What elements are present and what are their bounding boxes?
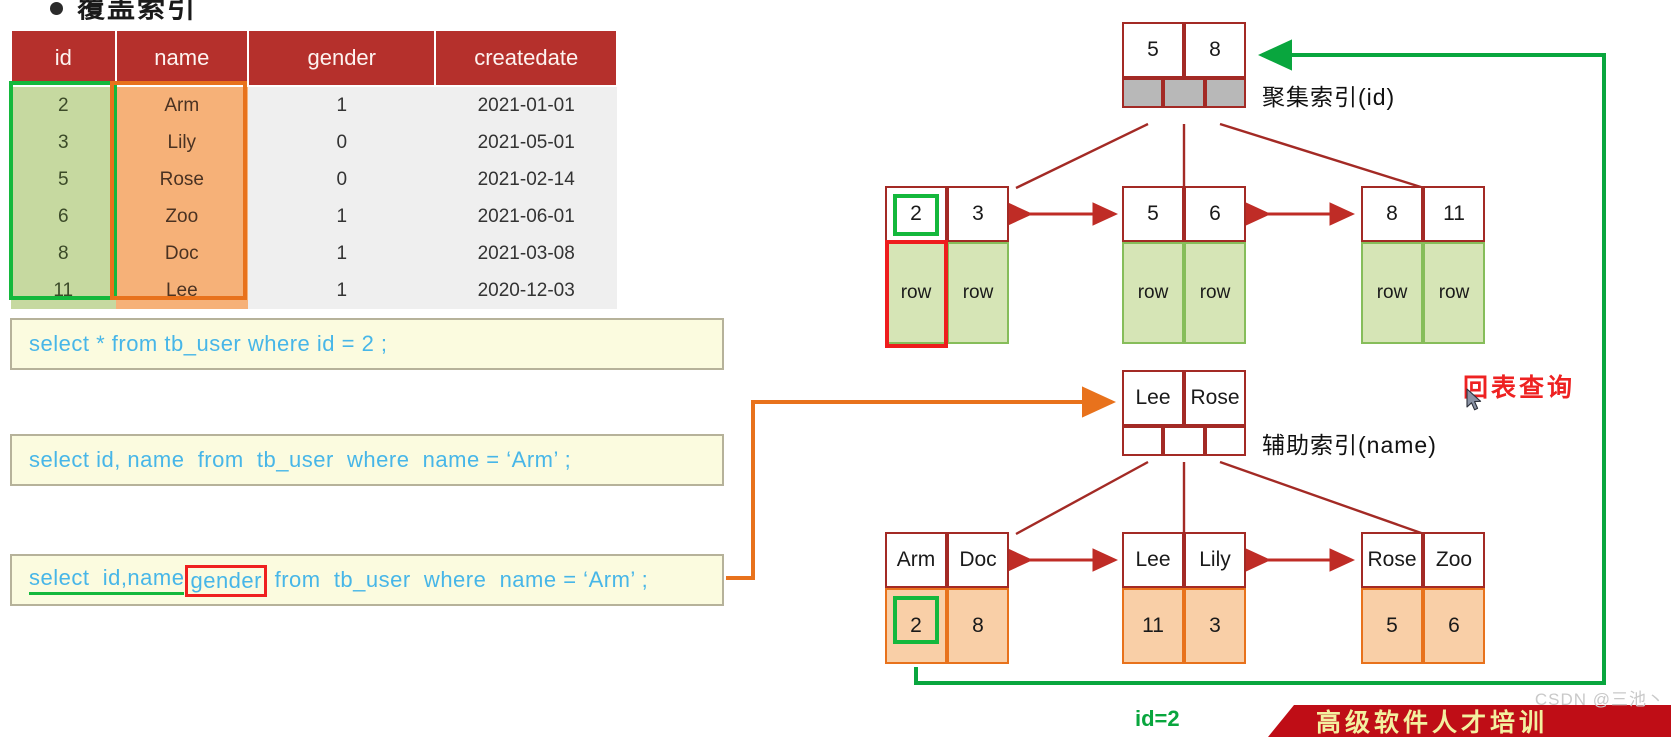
leaf-data-cell: row [1122, 242, 1184, 344]
cell-gender: 0 [248, 161, 436, 198]
cell-gender: 1 [248, 198, 436, 235]
cell-name: Zoo [115, 198, 249, 235]
sql-statement-3-suffix: from tb_user where name = ‘Arm’ ; [267, 567, 649, 592]
cell-id: 11 [11, 272, 116, 309]
sql-statement-2-text: select id, name from tb_user where name … [29, 447, 572, 472]
cell-name: Arm [115, 86, 249, 124]
leaf-data-cell: row [885, 242, 947, 344]
table-row: 2 Arm 1 2021-01-01 [11, 86, 617, 124]
sql-statement-3[interactable]: select id,name gender from tb_user where… [10, 554, 724, 606]
leaf-data-cell: row [1423, 242, 1485, 344]
root-pointer-cell [1163, 426, 1205, 456]
cell-createdate: 2021-03-08 [435, 235, 617, 272]
sql-statement-1-text: select * from tb_user where id = 2 ; [29, 331, 388, 356]
table-row: 5 Rose 0 2021-02-14 [11, 161, 617, 198]
column-header-gender: gender [247, 29, 437, 87]
cell-createdate: 2021-01-01 [435, 86, 617, 124]
cell-createdate: 2021-05-01 [435, 124, 617, 161]
leaf-data-cell: row [1184, 242, 1246, 344]
bullet-dot-icon [50, 1, 63, 15]
sql-statement-2[interactable]: select id, name from tb_user where name … [10, 434, 724, 486]
leaf-data-cell: 6 [1423, 588, 1485, 664]
leaf-data-cell: 2 [885, 588, 947, 664]
column-header-createdate: createdate [434, 29, 618, 87]
cell-name: Lee [115, 272, 249, 309]
column-header-id: id [10, 29, 117, 87]
cell-id: 5 [11, 161, 116, 198]
root-pointer-cell [1122, 426, 1164, 456]
root-key-cell: 8 [1184, 22, 1246, 78]
tb-user-table: id name gender createdate 2 Arm 1 2021-01-0… [10, 29, 618, 309]
sql-statement-3-boxed-gender: gender [185, 565, 267, 597]
secondary-index-label: 辅助索引(name) [1262, 432, 1437, 458]
leaf-key-cell: Lily [1184, 532, 1246, 588]
cell-id: 6 [11, 198, 116, 235]
cell-id: 2 [11, 86, 116, 124]
leaf-key-cell: Zoo [1423, 532, 1485, 588]
table-row: 11 Lee 1 2020-12-03 [11, 272, 617, 309]
leaf-key-cell: Rose [1361, 532, 1423, 588]
csdn-watermark: CSDN @三池丶 [1534, 690, 1665, 709]
leaf-key-cell: Arm [885, 532, 947, 588]
table-row: 3 Lily 0 2021-05-01 [11, 124, 617, 161]
leaf-data-cell: row [947, 242, 1009, 344]
column-header-name: name [114, 29, 250, 87]
root-pointer-cell [1163, 78, 1205, 108]
cell-name: Rose [115, 161, 249, 198]
footer-banner-text: 高级软件人才培训 [1316, 709, 1549, 737]
leaf-data-cell: 3 [1184, 588, 1246, 664]
cell-name: Lily [115, 124, 249, 161]
cell-gender: 1 [248, 272, 436, 309]
slide-heading: 覆盖索引 [0, 0, 197, 26]
root-pointer-cell [1204, 78, 1246, 108]
cell-createdate: 2021-06-01 [435, 198, 617, 235]
leaf-data-cell: row [1361, 242, 1423, 344]
clustered-index-label: 聚集索引(id) [1262, 84, 1396, 110]
table-row: 8 Doc 1 2021-03-08 [11, 235, 617, 272]
root-key-cell: Rose [1184, 370, 1246, 426]
leaf-data-cell: 8 [947, 588, 1009, 664]
cell-createdate: 2021-02-14 [435, 161, 617, 198]
leaf-key-cell: Lee [1122, 532, 1184, 588]
leaf-key-cell: 5 [1122, 186, 1184, 242]
root-key-cell: 5 [1122, 22, 1184, 78]
leaf-data-cell: 11 [1122, 588, 1184, 664]
sql-statement-1[interactable]: select * from tb_user where id = 2 ; [10, 318, 724, 370]
table-header-row: id name gender createdate [10, 29, 618, 87]
leaf-key-cell: 11 [1423, 186, 1485, 242]
cell-name: Doc [115, 235, 249, 272]
root-key-cell: Lee [1122, 370, 1184, 426]
table-row: 6 Zoo 1 2021-06-01 [11, 198, 617, 235]
id-equals-note: id=2 [1135, 706, 1180, 731]
leaf-key-cell: 2 [885, 186, 947, 242]
leaf-data-cell: 5 [1361, 588, 1423, 664]
root-pointer-cell [1122, 78, 1164, 108]
cell-createdate: 2020-12-03 [435, 272, 617, 309]
cell-gender: 1 [248, 235, 436, 272]
leaf-key-cell: 3 [947, 186, 1009, 242]
cell-id: 8 [11, 235, 116, 272]
leaf-key-cell: Doc [947, 532, 1009, 588]
cell-id: 3 [11, 124, 116, 161]
sql-statement-3-prefix: select id,name [29, 565, 185, 595]
root-pointer-cell [1204, 426, 1246, 456]
cell-gender: 1 [248, 86, 436, 124]
leaf-key-cell: 6 [1184, 186, 1246, 242]
cell-gender: 0 [248, 124, 436, 161]
leaf-key-cell: 8 [1361, 186, 1423, 242]
slide-heading-text: 覆盖索引 [77, 0, 198, 23]
